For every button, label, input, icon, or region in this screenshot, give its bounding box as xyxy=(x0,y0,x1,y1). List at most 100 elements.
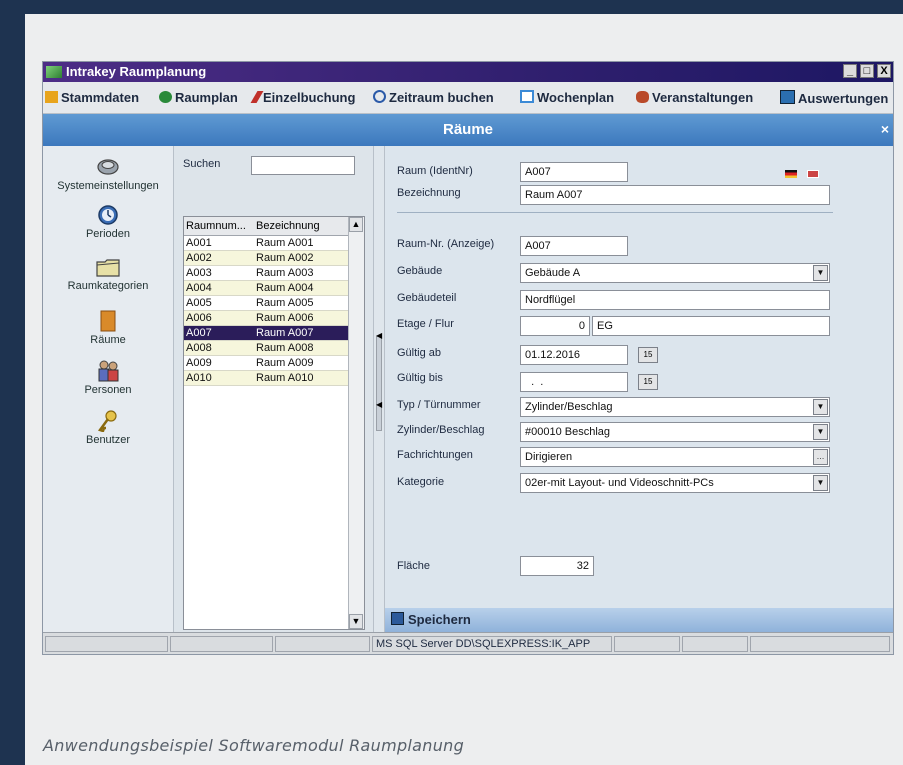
table-row[interactable]: A004 Raum A004 xyxy=(184,281,350,296)
status-cell xyxy=(750,636,890,652)
periods-clock-icon xyxy=(98,205,118,225)
dropdown-arrow-icon[interactable]: ▼ xyxy=(813,399,828,415)
menu-veranstaltungen[interactable]: Veranstaltungen xyxy=(636,90,753,105)
gebaeude-select[interactable]: Gebäude A ▼ xyxy=(520,263,830,283)
table-row[interactable]: A009 Raum A009 xyxy=(184,356,350,371)
dropdown-arrow-icon[interactable]: ▼ xyxy=(813,424,828,440)
gebaeudeteil-field[interactable]: Nordflügel xyxy=(520,290,830,310)
raum-nr-label: Raum-Nr. (Anzeige) xyxy=(397,238,495,250)
fachrichtungen-label: Fachrichtungen xyxy=(397,449,473,461)
save-button[interactable]: Speichern xyxy=(391,612,471,627)
raumplan-icon xyxy=(159,91,172,103)
menu-wochenplan[interactable]: Wochenplan xyxy=(520,90,614,105)
nav-label: Raumkategorien xyxy=(67,280,149,292)
table-row[interactable]: A010 Raum A010 xyxy=(184,371,350,386)
nav-item-raumkategorien[interactable]: Raumkategorien xyxy=(43,256,173,292)
vertical-scrollbar[interactable]: ▲ ▼ xyxy=(348,217,364,629)
maximize-button[interactable]: □ xyxy=(860,64,874,78)
table-row[interactable]: A005 Raum A005 xyxy=(184,296,350,311)
menu-auswertungen[interactable]: Auswertungen xyxy=(780,90,888,106)
typ-label: Typ / Türnummer xyxy=(397,399,481,411)
minimize-button[interactable]: _ xyxy=(843,64,857,78)
collapse-left-icon[interactable]: ◀ xyxy=(376,400,382,409)
column-header-raumnummer[interactable]: Raumnum... xyxy=(186,220,246,232)
etage-number-field[interactable]: 0 xyxy=(520,316,590,336)
settings-icon xyxy=(97,159,119,175)
nav-label: Systemeinstellungen xyxy=(57,180,159,192)
cell-bezeichnung: Raum A004 xyxy=(256,282,314,294)
main-menu: Stammdaten Raumplan Einzelbuchung Zeitra… xyxy=(43,82,893,114)
more-options-icon[interactable]: … xyxy=(813,449,828,465)
status-cell xyxy=(614,636,680,652)
scroll-up-icon[interactable]: ▲ xyxy=(349,217,363,232)
section-title: Räume xyxy=(442,121,494,138)
splitter-handle[interactable] xyxy=(376,336,382,431)
calendar-icon xyxy=(520,90,534,103)
raum-identnr-field[interactable]: A007 xyxy=(520,162,628,182)
kategorie-label: Kategorie xyxy=(397,476,445,488)
window-title: Intrakey Raumplanung xyxy=(66,64,207,79)
nav-label: Personen xyxy=(84,384,132,396)
kategorie-select[interactable]: 02er-mit Layout- und Videoschnitt-PCs ▼ xyxy=(520,473,830,493)
cell-bezeichnung: Raum A005 xyxy=(256,297,314,309)
cell-bezeichnung: Raum A003 xyxy=(256,267,314,279)
fachrichtungen-value: Dirigieren xyxy=(525,451,573,463)
gueltig-bis-field[interactable]: . . xyxy=(520,372,628,392)
calendar-picker-icon[interactable]: 15 xyxy=(638,374,658,390)
cell-bezeichnung: Raum A007 xyxy=(256,327,314,339)
panel-splitter[interactable]: ◀ ◀ xyxy=(373,146,385,632)
close-button[interactable]: X xyxy=(877,64,891,78)
cell-bezeichnung: Raum A001 xyxy=(256,237,314,249)
cell-raumnummer: A010 xyxy=(186,372,212,384)
gueltig-ab-field[interactable]: 01.12.2016 xyxy=(520,345,628,365)
nav-item-benutzer[interactable]: Benutzer xyxy=(43,410,173,446)
german-flag-icon[interactable] xyxy=(785,170,797,178)
zylinder-value: #00010 Beschlag xyxy=(525,426,611,438)
table-row[interactable]: A003 Raum A003 xyxy=(184,266,350,281)
form-divider xyxy=(397,212,833,213)
status-cell xyxy=(682,636,748,652)
gebaeude-value: Gebäude A xyxy=(525,267,581,279)
nav-item-systemeinstellungen[interactable]: Systemeinstellungen xyxy=(43,156,173,192)
flaeche-label: Fläche xyxy=(397,560,431,572)
fachrichtungen-field[interactable]: Dirigieren … xyxy=(520,447,830,467)
bezeichnung-field[interactable]: Raum A007 xyxy=(520,185,830,205)
raum-nr-field[interactable]: A007 xyxy=(520,236,628,256)
gueltig-ab-label: Gültig ab xyxy=(397,347,442,359)
dropdown-arrow-icon[interactable]: ▼ xyxy=(813,475,828,491)
status-bar: MS SQL Server DD\SQLEXPRESS:IK_APP xyxy=(43,632,893,654)
column-header-bezeichnung[interactable]: Bezeichnung xyxy=(256,220,320,232)
menu-einzelbuchung[interactable]: Einzelbuchung xyxy=(250,90,355,105)
nav-item-perioden[interactable]: Perioden xyxy=(43,204,173,240)
persons-icon xyxy=(98,360,119,382)
navigation-panel: Systemeinstellungen Perioden Raumkategor… xyxy=(43,146,173,632)
section-close-icon[interactable]: × xyxy=(881,121,889,137)
dropdown-arrow-icon[interactable]: ▼ xyxy=(813,265,828,281)
status-connection: MS SQL Server DD\SQLEXPRESS:IK_APP xyxy=(372,636,612,652)
cell-bezeichnung: Raum A002 xyxy=(256,252,314,264)
nav-item-raeume[interactable]: Räume xyxy=(43,310,173,346)
cell-bezeichnung: Raum A010 xyxy=(256,372,314,384)
calendar-picker-icon[interactable]: 15 xyxy=(638,347,658,363)
menu-zeitraum-buchen[interactable]: Zeitraum buchen xyxy=(373,90,494,105)
cell-raumnummer: A006 xyxy=(186,312,212,324)
zylinder-select[interactable]: #00010 Beschlag ▼ xyxy=(520,422,830,442)
flaeche-field[interactable]: 32 xyxy=(520,556,594,576)
scroll-down-icon[interactable]: ▼ xyxy=(349,614,363,629)
search-input[interactable] xyxy=(251,156,355,175)
flur-field[interactable]: EG xyxy=(592,316,830,336)
menu-stammdaten[interactable]: Stammdaten xyxy=(45,90,139,105)
table-row[interactable]: A007 Raum A007 xyxy=(184,326,350,341)
table-row[interactable]: A006 Raum A006 xyxy=(184,311,350,326)
typ-select[interactable]: Zylinder/Beschlag ▼ xyxy=(520,397,830,417)
collapse-left-icon[interactable]: ◀ xyxy=(376,331,382,340)
key-icon xyxy=(97,410,117,432)
uk-flag-icon[interactable] xyxy=(807,170,819,178)
room-table: Raumnum... Bezeichnung A001 Raum A001 A002… xyxy=(183,216,365,630)
table-row[interactable]: A002 Raum A002 xyxy=(184,251,350,266)
table-header: Raumnum... Bezeichnung xyxy=(184,217,350,236)
menu-raumplan[interactable]: Raumplan xyxy=(159,90,238,105)
table-row[interactable]: A008 Raum A008 xyxy=(184,341,350,356)
nav-item-personen[interactable]: Personen xyxy=(43,360,173,396)
table-row[interactable]: A001 Raum A001 xyxy=(184,236,350,251)
